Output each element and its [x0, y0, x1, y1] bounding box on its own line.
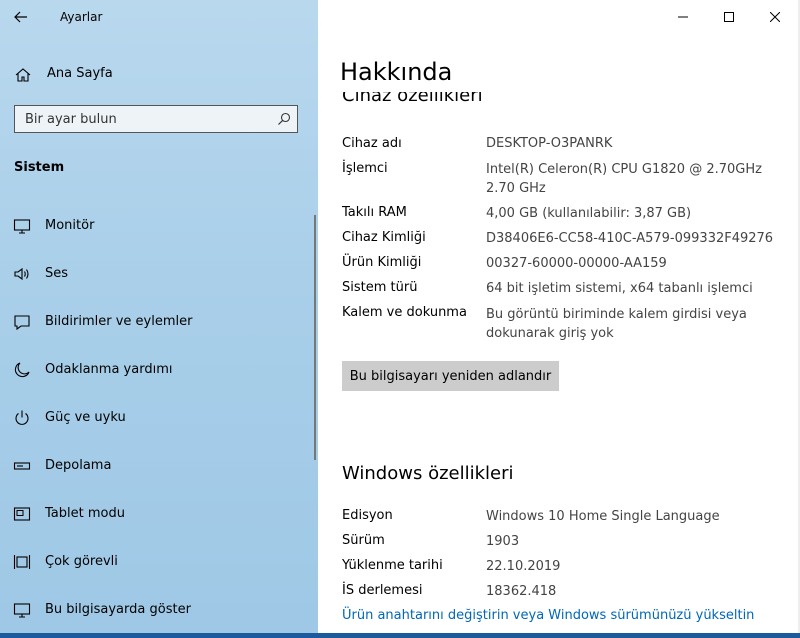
section-title-system: Sistem — [14, 160, 65, 175]
win-value-install-date: 22.10.2019 — [486, 559, 561, 574]
spec-key-pen-touch: Kalem ve dokunma — [342, 305, 467, 320]
sidebar-item-sound[interactable]: Ses — [0, 254, 318, 294]
sidebar: Ayarlar Ana Sayfa Sistem Monitör — [0, 0, 318, 633]
taskbar-edge — [0, 633, 800, 638]
home-link[interactable]: Ana Sayfa — [0, 58, 318, 90]
spec-value-product-id: 00327-60000-00000-AA159 — [486, 256, 667, 271]
search-box[interactable] — [14, 105, 298, 133]
settings-window: Ayarlar Ana Sayfa Sistem Monitör — [0, 0, 800, 633]
sidebar-item-power-sleep[interactable]: Güç ve uyku — [0, 398, 318, 438]
sidebar-item-monitor[interactable]: Monitör — [0, 206, 318, 246]
sidebar-item-label: Çok görevli — [45, 554, 118, 569]
sidebar-item-label: Monitör — [45, 218, 95, 233]
win-value-version: 1903 — [486, 534, 520, 549]
back-button[interactable] — [8, 6, 34, 28]
win-key-install-date: Yüklenme tarihi — [342, 558, 443, 573]
spec-value-processor: Intel(R) Celeron(R) CPU G1820 @ 2.70GHz — [486, 162, 762, 177]
sidebar-item-project[interactable]: Bu bilgisayarda göster — [0, 590, 318, 630]
device-specs-heading-clip: Cihaz özellikleri — [318, 92, 800, 112]
change-product-key-link[interactable]: Ürün anahtarını değiştirin veya Windows … — [342, 608, 754, 623]
windows-specs-heading: Windows özellikleri — [342, 463, 514, 484]
spec-value-system-type: 64 bit işletim sistemi, x64 tabanlı işle… — [486, 281, 753, 296]
search-icon[interactable] — [277, 112, 291, 126]
multitask-icon — [13, 555, 31, 569]
spec-value-device-name: DESKTOP-O3PANRK — [486, 136, 613, 151]
spec-value-device-id: D38406E6-CC58-410C-A579-099332F49276 — [486, 231, 774, 246]
spec-key-system-type: Sistem türü — [342, 280, 418, 295]
home-icon — [15, 68, 31, 82]
win-value-os-build: 18362.418 — [486, 584, 557, 599]
spec-value-processor-speed: 2.70 GHz — [486, 181, 546, 196]
spec-value-pen-touch-line2: dokunarak giriş yok — [486, 326, 614, 341]
sidebar-item-storage[interactable]: Depolama — [0, 446, 318, 486]
spec-key-ram: Takılı RAM — [342, 205, 407, 220]
notification-icon — [14, 315, 30, 331]
back-arrow-icon — [14, 11, 27, 23]
search-input[interactable] — [15, 106, 275, 132]
title-bar: Ayarlar — [0, 0, 318, 36]
moon-icon — [14, 362, 30, 378]
minimize-button[interactable] — [660, 2, 706, 32]
sidebar-item-notifications[interactable]: Bildirimler ve eylemler — [0, 302, 318, 342]
win-key-os-build: İS derlemesi — [342, 583, 423, 598]
sidebar-scrollbar[interactable] — [314, 215, 316, 460]
device-specs-heading: Cihaz özellikleri — [342, 92, 483, 106]
maximize-button[interactable] — [706, 2, 752, 32]
spec-key-device-name: Cihaz adı — [342, 136, 402, 151]
sidebar-item-label: Bu bilgisayarda göster — [45, 602, 191, 617]
sidebar-item-label: Depolama — [45, 458, 112, 473]
speaker-icon — [14, 267, 29, 281]
spec-key-product-id: Ürün Kimliği — [342, 255, 422, 270]
sidebar-item-multitasking[interactable]: Çok görevli — [0, 542, 318, 582]
tablet-icon — [13, 507, 31, 521]
main-content: Hakkında Cihaz özellikleri Cihaz adı DES… — [318, 0, 800, 633]
win-key-version: Sürüm — [342, 533, 385, 548]
win-value-edition: Windows 10 Home Single Language — [486, 509, 720, 524]
sidebar-item-label: Bildirimler ve eylemler — [45, 314, 193, 329]
app-title: Ayarlar — [60, 10, 103, 24]
monitor-icon — [13, 219, 31, 234]
close-icon — [770, 12, 780, 22]
project-icon — [13, 603, 31, 618]
storage-icon — [13, 462, 31, 470]
page-title: Hakkında — [340, 58, 453, 86]
maximize-icon — [724, 12, 734, 22]
sidebar-item-label: Tablet modu — [45, 506, 125, 521]
power-icon — [15, 410, 29, 425]
spec-value-ram: 4,00 GB (kullanılabilir: 3,87 GB) — [486, 206, 692, 221]
rename-pc-button[interactable]: Bu bilgisayarı yeniden adlandır — [342, 361, 559, 391]
sidebar-item-label: Ses — [45, 266, 69, 281]
home-label: Ana Sayfa — [47, 66, 113, 81]
sidebar-item-label: Güç ve uyku — [45, 410, 126, 425]
spec-key-device-id: Cihaz Kimliği — [342, 230, 426, 245]
sidebar-item-label: Odaklanma yardımı — [45, 362, 173, 377]
close-button[interactable] — [752, 2, 798, 32]
minimize-icon — [678, 16, 688, 18]
sidebar-item-focus-assist[interactable]: Odaklanma yardımı — [0, 350, 318, 390]
spec-key-processor: İşlemci — [342, 161, 388, 176]
sidebar-item-tablet-mode[interactable]: Tablet modu — [0, 494, 318, 534]
win-key-edition: Edisyon — [342, 508, 393, 523]
spec-value-pen-touch: Bu görüntü biriminde kalem girdisi veya — [486, 307, 747, 322]
